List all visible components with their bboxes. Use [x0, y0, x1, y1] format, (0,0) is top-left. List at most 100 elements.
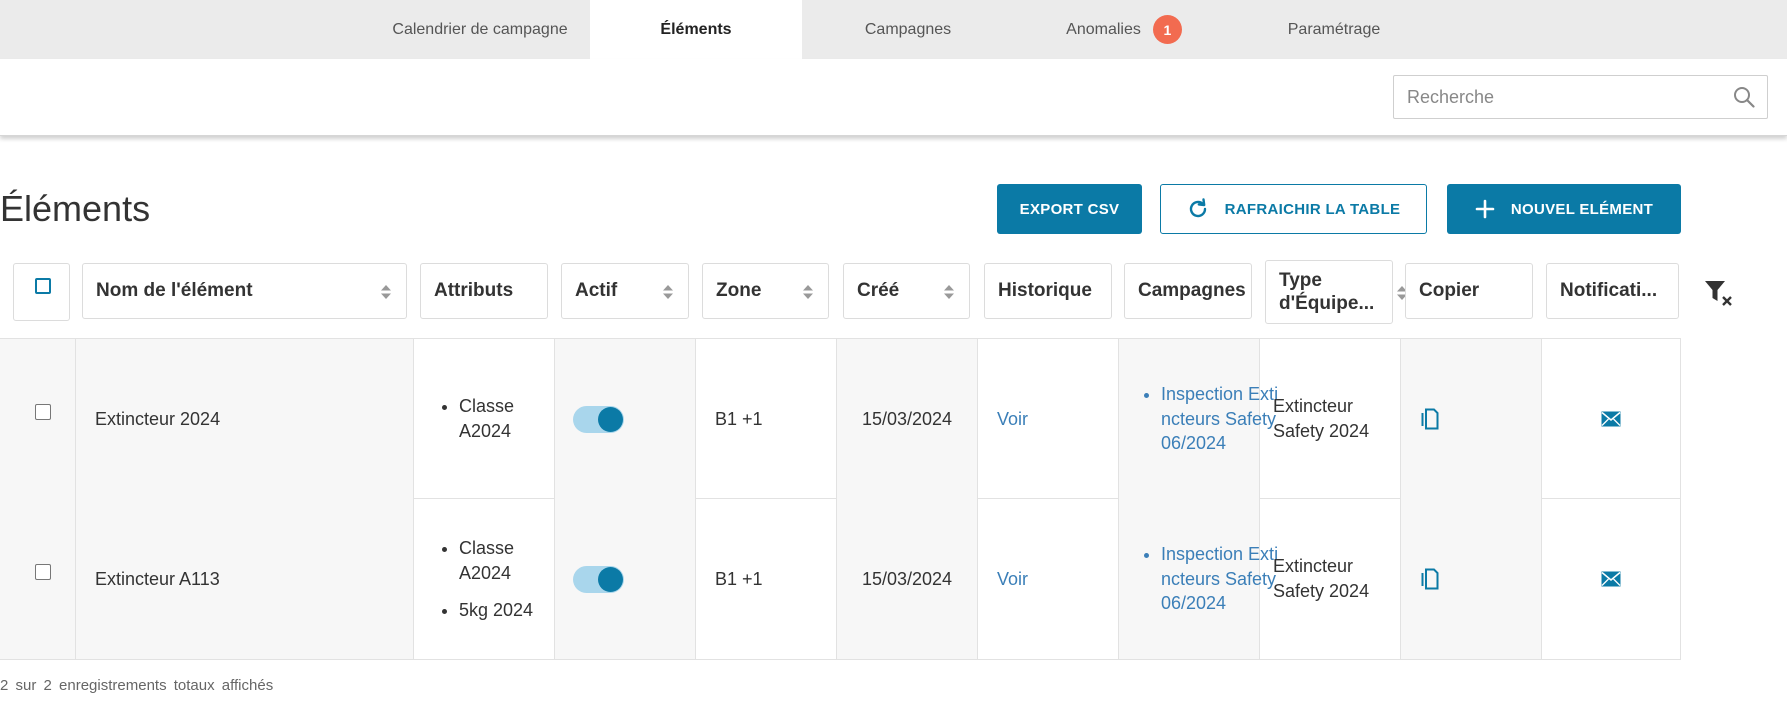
attributes-list: Classe A2024	[414, 392, 541, 446]
zone-value: B1 +1	[715, 408, 763, 429]
copy-cell	[1401, 499, 1542, 659]
top-navigation: Calendrier de campagne Éléments Campagne…	[0, 0, 1787, 59]
column-header-label: Campagnes	[1138, 280, 1246, 301]
created-cell: 15/03/2024	[837, 499, 978, 659]
history-link[interactable]: Voir	[997, 569, 1028, 590]
zone-cell: B1 +1	[696, 339, 837, 499]
equipment-type-value: Extincteur Safety 2024	[1273, 396, 1370, 441]
column-header-label: Notificati...	[1560, 280, 1658, 301]
filter-clear-icon[interactable]	[1704, 279, 1734, 307]
notification-cell	[1542, 499, 1681, 659]
active-cell	[555, 339, 696, 499]
active-toggle[interactable]	[573, 565, 624, 593]
equipment-type-cell: Extincteur Safety 2024	[1260, 499, 1401, 659]
search-strip	[0, 59, 1787, 136]
equipment-type-cell: Extincteur Safety 2024	[1260, 339, 1401, 499]
select-all-checkbox[interactable]	[35, 278, 51, 294]
history-cell: Voir	[978, 499, 1119, 659]
campaigns-list: Inspection Extincteurs Safety 06/2024	[1119, 542, 1279, 616]
search-input[interactable]	[1394, 76, 1714, 118]
search-box	[1393, 75, 1768, 119]
equipment-type-value: Extincteur Safety 2024	[1273, 556, 1370, 601]
column-header-campaigns: Campagnes	[1124, 263, 1252, 319]
column-header-created[interactable]: Créé	[843, 263, 970, 319]
row-checkbox-cell	[0, 339, 76, 499]
tab-label: Éléments	[660, 20, 732, 38]
history-link[interactable]: Voir	[997, 409, 1028, 430]
select-all-checkbox-cell	[13, 263, 70, 321]
sort-icon[interactable]	[380, 284, 392, 300]
attributes-cell: Classe A2024 5kg 2024	[414, 499, 555, 659]
column-header-name[interactable]: Nom de l'élément	[82, 263, 407, 319]
table-row: Extincteur 2024 Classe A2024 B1 +1 15/03…	[0, 338, 1681, 499]
column-header-zone[interactable]: Zone	[702, 263, 829, 319]
column-header-active[interactable]: Actif	[561, 263, 689, 319]
column-header-label: Attributs	[434, 280, 514, 301]
column-header-equipment-type[interactable]: Type d'Équipe...	[1265, 260, 1407, 324]
column-header-label: Copier	[1419, 280, 1480, 301]
campaigns-list: Inspection Extincteurs Safety 06/2024	[1119, 382, 1279, 456]
campaigns-cell: Inspection Extincteurs Safety 06/2024	[1119, 339, 1278, 499]
tab-elements[interactable]: Éléments	[590, 0, 802, 59]
created-date: 15/03/2024	[861, 568, 953, 589]
refresh-table-label: RAFRAICHIR LA TABLE	[1224, 200, 1401, 218]
copy-cell	[1401, 339, 1542, 499]
row-checkbox[interactable]	[34, 564, 51, 580]
export-csv-label: EXPORT CSV	[1019, 200, 1120, 218]
zone-value: B1 +1	[715, 568, 763, 589]
element-name-cell: Extincteur 2024	[76, 339, 414, 499]
active-toggle[interactable]	[573, 405, 624, 433]
active-cell	[555, 499, 696, 659]
export-csv-button[interactable]: EXPORT CSV	[997, 184, 1142, 234]
new-element-button[interactable]: NOUVEL ELÉMENT	[1447, 184, 1681, 234]
mail-icon[interactable]	[1601, 571, 1621, 587]
column-header-history: Historique	[984, 263, 1112, 319]
anomalies-count-badge: 1	[1152, 15, 1182, 44]
element-name-cell: Extincteur A113	[76, 499, 414, 659]
tab-campagnes[interactable]: Campagnes	[840, 0, 976, 59]
column-header-attributes: Attributs	[420, 263, 548, 319]
records-summary: 2 sur 2 enregistrements totaux affichés	[0, 677, 274, 694]
column-header-label: Zone	[716, 280, 762, 301]
search-icon[interactable]	[1733, 86, 1755, 108]
column-header-copy: Copier	[1405, 263, 1533, 319]
new-element-label: NOUVEL ELÉMENT	[1510, 200, 1654, 218]
copy-icon[interactable]	[1421, 568, 1439, 590]
attribute-item: Classe A2024	[459, 394, 541, 444]
mail-icon[interactable]	[1601, 411, 1621, 427]
column-header-label: Nom de l'élément	[96, 280, 253, 301]
refresh-table-button[interactable]: RAFRAICHIR LA TABLE	[1160, 184, 1427, 234]
tab-calendrier-de-campagne[interactable]: Calendrier de campagne	[368, 0, 592, 59]
plus-icon	[1475, 199, 1495, 219]
tab-label: Campagnes	[864, 20, 952, 38]
column-header-label: Actif	[575, 280, 618, 301]
toggle-knob	[598, 566, 623, 592]
column-header-label: Historique	[998, 280, 1092, 301]
created-date: 15/03/2024	[861, 408, 953, 429]
copy-icon[interactable]	[1421, 408, 1439, 430]
attributes-list: Classe A2024 5kg 2024	[414, 534, 555, 625]
campaigns-cell: Inspection Extincteurs Safety 06/2024	[1119, 499, 1278, 659]
tab-label: Anomalies	[1066, 20, 1141, 38]
attributes-cell: Classe A2024	[414, 339, 555, 499]
refresh-icon	[1187, 198, 1209, 220]
toggle-knob	[598, 406, 623, 432]
zone-cell: B1 +1	[696, 499, 837, 659]
attribute-item: 5kg 2024	[459, 598, 555, 623]
row-checkbox-cell	[0, 499, 76, 659]
sort-icon[interactable]	[662, 284, 674, 300]
sort-icon[interactable]	[943, 284, 955, 300]
column-header-label: Type d'Équipe...	[1279, 270, 1375, 314]
column-header-label: Créé	[857, 280, 900, 301]
tab-parametrage[interactable]: Paramétrage	[1270, 0, 1398, 59]
element-name: Extincteur 2024	[95, 408, 221, 429]
notification-cell	[1542, 339, 1681, 499]
sort-icon[interactable]	[802, 284, 814, 300]
row-checkbox[interactable]	[34, 404, 51, 420]
created-cell: 15/03/2024	[837, 339, 978, 499]
tab-anomalies[interactable]: Anomalies 1	[1046, 0, 1202, 59]
history-cell: Voir	[978, 339, 1119, 499]
page-title: Éléments	[0, 188, 151, 229]
table-row: Extincteur A113 Classe A2024 5kg 2024 B1…	[0, 499, 1681, 660]
attribute-item: Classe A2024	[459, 536, 541, 586]
